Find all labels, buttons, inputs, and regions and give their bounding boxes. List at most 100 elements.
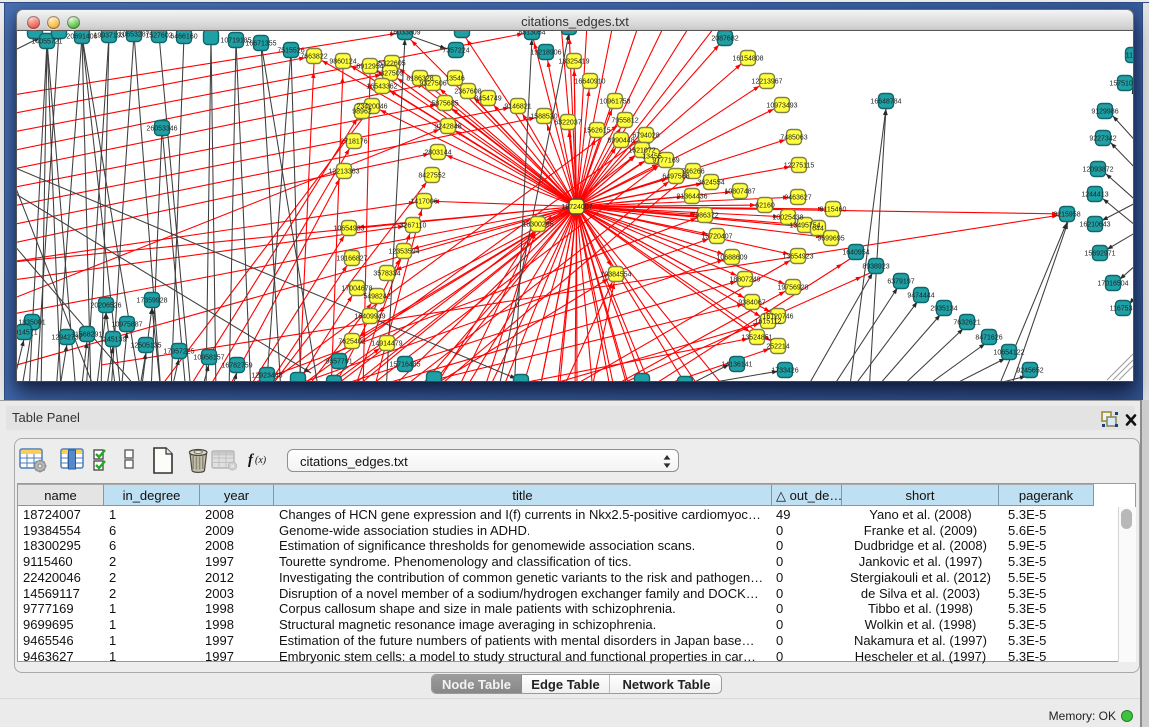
svg-text:98962: 98962 (352, 108, 372, 115)
svg-text:3578334: 3578334 (373, 270, 400, 277)
svg-text:1244413: 1244413 (1081, 191, 1108, 198)
svg-text:9115460: 9115460 (820, 206, 847, 213)
svg-text:6379197: 6379197 (887, 278, 914, 285)
svg-text:8938923: 8938923 (862, 263, 889, 270)
svg-text:7485063: 7485063 (780, 134, 807, 141)
svg-text:9384067: 9384067 (738, 299, 765, 306)
svg-text:10958157: 10958157 (193, 354, 224, 361)
svg-text:62160: 62160 (755, 202, 775, 209)
svg-text:10654122: 10654122 (993, 349, 1024, 356)
svg-text:16640910: 16640910 (574, 78, 605, 85)
svg-text:7632621: 7632621 (953, 319, 980, 326)
svg-text:10688609: 10688609 (716, 254, 747, 261)
svg-text:1615112: 1615112 (755, 318, 782, 325)
svg-text:9245652: 9245652 (1016, 367, 1043, 374)
svg-text:1562615: 1562615 (583, 127, 610, 134)
svg-text:2367608: 2367608 (454, 88, 481, 95)
svg-text:17016504: 17016504 (1097, 280, 1128, 287)
svg-text:644: 644 (812, 225, 824, 232)
svg-text:26053346: 26053346 (146, 125, 177, 132)
svg-text:3624554: 3624554 (697, 179, 724, 186)
svg-text:13325419: 13325419 (558, 58, 589, 65)
svg-text:9227342: 9227342 (1089, 135, 1116, 142)
svg-text:16210643: 16210643 (1079, 221, 1110, 228)
svg-text:16409949: 16409949 (354, 313, 385, 320)
svg-text:17359928: 17359928 (136, 297, 167, 304)
svg-text:9914571: 9914571 (17, 329, 38, 336)
svg-text:21364436: 21364436 (676, 193, 707, 200)
svg-text:9860124: 9860124 (329, 58, 356, 65)
svg-text:10025438: 10025438 (772, 214, 803, 221)
svg-text:12213363: 12213363 (328, 168, 359, 175)
svg-text:14136141: 14136141 (721, 361, 752, 368)
svg-text:7986372: 7986372 (691, 212, 718, 219)
svg-text:10807487: 10807487 (724, 188, 755, 195)
svg-text:6466160: 6466160 (170, 33, 197, 40)
svg-text:16033809: 16033809 (389, 31, 420, 36)
svg-text:8471626: 8471626 (975, 334, 1002, 341)
svg-text:7625402: 7625402 (338, 338, 365, 345)
svg-text:9129986: 9129986 (1091, 108, 1118, 115)
svg-text:(x): (x) (255, 455, 267, 466)
svg-text:18807249: 18807249 (729, 276, 760, 283)
svg-text:2803144: 2803144 (424, 149, 451, 156)
svg-text:13524851: 13524851 (741, 334, 772, 341)
svg-text:7663822: 7663822 (300, 53, 327, 60)
svg-text:1733426: 1733426 (771, 367, 798, 374)
svg-text:3215958: 3215958 (1053, 211, 1080, 218)
svg-text:5498242: 5498242 (363, 293, 390, 300)
svg-text:3267110: 3267110 (400, 222, 427, 229)
svg-text:16154808: 16154808 (732, 55, 763, 62)
svg-text:1117: 1117 (1126, 52, 1134, 59)
svg-text:9657791: 9657791 (325, 358, 352, 365)
svg-text:1145139: 1145139 (100, 336, 127, 343)
svg-text:20206526: 20206526 (90, 302, 121, 309)
svg-text:9463627: 9463627 (784, 194, 811, 201)
svg-text:17004678: 17004678 (341, 285, 372, 292)
svg-text:2935134: 2935134 (930, 305, 957, 312)
svg-text:8454749: 8454749 (474, 95, 501, 102)
svg-text:18300295: 18300295 (522, 221, 553, 228)
svg-text:1835001: 1835001 (18, 319, 45, 326)
svg-text:1527602: 1527602 (145, 32, 172, 39)
svg-text:2718176: 2718176 (340, 138, 367, 145)
svg-text:8990448: 8990448 (607, 137, 634, 144)
svg-text:15720407: 15720407 (701, 233, 732, 240)
svg-text:19166827: 19166827 (336, 255, 367, 262)
svg-text:9777169: 9777169 (652, 157, 679, 164)
svg-text:16671355: 16671355 (245, 40, 276, 47)
svg-text:11568291: 11568291 (72, 331, 103, 338)
svg-text:7357224: 7357224 (442, 47, 469, 54)
svg-text:1640954: 1640954 (842, 249, 869, 256)
svg-text:12923448: 12923448 (251, 372, 282, 379)
svg-text:8427552: 8427552 (418, 172, 445, 179)
svg-text:10973493: 10973493 (766, 102, 797, 109)
svg-text:16782759: 16782759 (221, 362, 252, 369)
svg-text:15692971: 15692971 (1084, 250, 1115, 257)
svg-text:6794028: 6794028 (632, 132, 659, 139)
svg-text:14914479: 14914479 (371, 340, 402, 347)
svg-text:252214: 252214 (766, 343, 789, 350)
svg-text:19384554: 19384554 (600, 271, 631, 278)
svg-text:5322605: 5322605 (378, 60, 405, 67)
svg-text:9474444: 9474444 (907, 292, 934, 299)
svg-text:f: f (248, 452, 255, 468)
svg-text:15751074: 15751074 (1109, 80, 1134, 87)
svg-text:12275115: 12275115 (784, 162, 815, 169)
svg-text:13654923: 13654923 (782, 253, 813, 260)
svg-text:9146821: 9146821 (504, 103, 531, 110)
svg-text:9242848: 9242848 (434, 123, 461, 130)
svg-text:16543362: 16543362 (366, 83, 397, 90)
svg-text:9699695: 9699695 (817, 235, 844, 242)
svg-text:6322037: 6322037 (554, 119, 581, 126)
svg-text:10961758: 10961758 (599, 98, 630, 105)
svg-text:2087682: 2087682 (711, 35, 738, 42)
svg-text:5875685: 5875685 (431, 100, 458, 107)
svg-text:15716485: 15716485 (389, 361, 420, 368)
svg-text:8813054: 8813054 (518, 31, 545, 36)
svg-text:13546: 13546 (445, 75, 465, 82)
svg-text:14055721: 14055721 (31, 38, 62, 45)
svg-text:9327506: 9327506 (419, 80, 446, 87)
svg-text:12093872: 12093872 (1082, 166, 1113, 173)
svg-text:7955812: 7955812 (611, 117, 638, 124)
